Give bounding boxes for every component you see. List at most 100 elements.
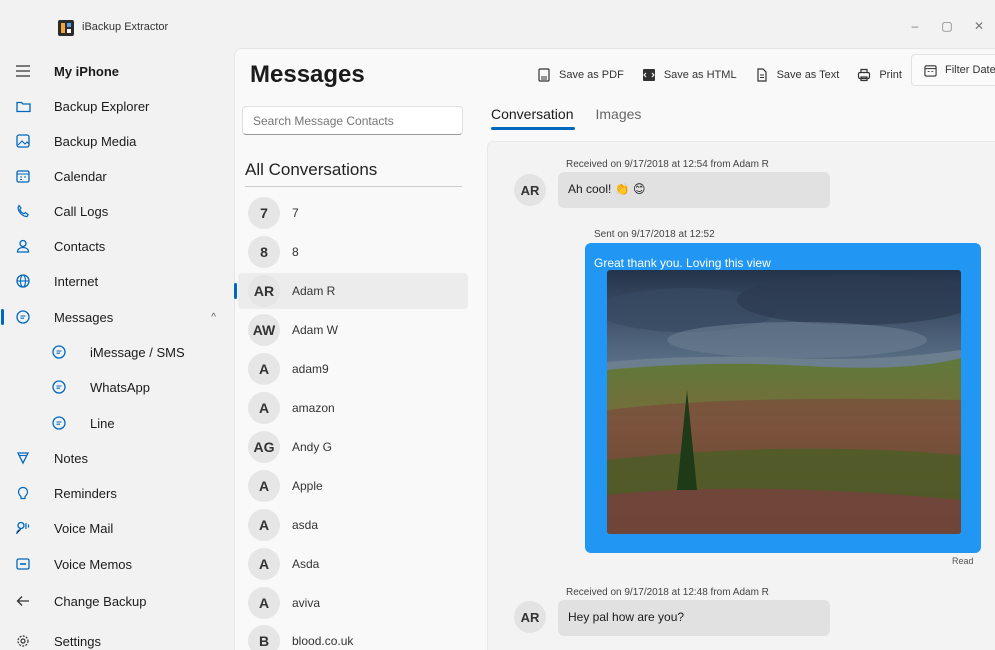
message-meta: Sent on 9/17/2018 at 12:52 — [594, 229, 715, 240]
message-meta: Received on 9/17/2018 at 12:48 from Adam… — [566, 587, 769, 598]
sent-message-bubble: Great thank you. Loving this view — [585, 243, 981, 553]
hamburger-menu-icon[interactable] — [14, 62, 32, 80]
conversations-header: All Conversations — [245, 160, 378, 179]
avatar: AR — [514, 601, 546, 633]
contact-name: blood.co.uk — [292, 634, 354, 648]
avatar: AR — [248, 275, 280, 307]
sidebar-item-label: Settings — [54, 633, 101, 649]
main-content: Messages Save as PDF Save as HTML Save a… — [234, 48, 995, 650]
sidebar-item-voice-memos[interactable]: Voice Memos — [14, 547, 230, 581]
sidebar-item-label: Contacts — [54, 238, 106, 254]
chat-icon — [50, 414, 68, 432]
print-label: Print — [879, 69, 902, 81]
landscape-photo-image — [607, 270, 961, 534]
sidebar-item-label: Internet — [54, 273, 99, 289]
avatar: A — [248, 392, 280, 424]
tab-conversation[interactable]: Conversation — [491, 106, 575, 130]
sidebar-item-reminders[interactable]: Reminders — [14, 476, 230, 510]
sidebar-item-calendar[interactable]: Calendar — [14, 159, 230, 193]
sidebar-item-voice-mail[interactable]: Voice Mail — [14, 511, 230, 545]
sidebar-item-imessage-sms[interactable]: iMessage / SMS — [14, 335, 230, 369]
avatar: A — [248, 509, 280, 541]
contact-list-item[interactable]: 7 7 — [238, 195, 468, 231]
message-text: Ah cool! 👏 😊 — [568, 182, 646, 196]
sidebar-item-label: WhatsApp — [90, 379, 150, 395]
sidebar-item-backup-media[interactable]: Backup Media — [14, 124, 230, 158]
contact-list-item[interactable]: B blood.co.uk — [238, 623, 468, 650]
received-message-bubble: Hey pal how are you? — [558, 600, 830, 636]
message-photo[interactable] — [607, 270, 961, 534]
minimize-button[interactable]: – — [899, 14, 931, 38]
selection-indicator — [234, 283, 237, 299]
tab-label: Conversation — [491, 106, 574, 122]
save-html-button[interactable]: Save as HTML — [642, 68, 737, 82]
person-icon — [14, 237, 32, 255]
contact-list-item[interactable]: A aviva — [238, 585, 468, 621]
search-contacts-input[interactable] — [242, 106, 463, 135]
toolbar: Save as PDF Save as HTML Save as Text Pr… — [537, 61, 920, 89]
avatar: AR — [514, 174, 546, 206]
contact-list-item[interactable]: A Apple — [238, 468, 468, 504]
sidebar-item-label: Change Backup — [54, 593, 147, 609]
message-text: Great thank you. Loving this view — [594, 256, 771, 270]
avatar: B — [248, 625, 280, 650]
conversation-panel[interactable]: Received on 9/17/2018 at 12:54 from Adam… — [487, 141, 995, 650]
sidebar-item-my-iphone[interactable]: My iPhone — [14, 54, 230, 88]
close-button[interactable]: ✕ — [963, 14, 995, 38]
sidebar-item-call-logs[interactable]: Call Logs — [14, 194, 230, 228]
sidebar-item-backup-explorer[interactable]: Backup Explorer — [14, 89, 230, 123]
html-icon — [642, 69, 655, 81]
chat-icon — [50, 378, 68, 396]
avatar: 8 — [248, 236, 280, 268]
received-message-bubble: Ah cool! 👏 😊 — [558, 172, 830, 208]
contact-list-item[interactable]: 8 8 — [238, 234, 468, 270]
title-bar: iBackup Extractor – ▢ ✕ — [0, 0, 995, 46]
window-controls: – ▢ ✕ — [899, 14, 995, 38]
app-logo-icon — [58, 20, 74, 36]
contact-name: asda — [292, 518, 319, 532]
contact-name: aviva — [292, 596, 321, 610]
contact-list-item[interactable]: AG Andy G — [238, 429, 468, 465]
sidebar-item-label: Line — [90, 415, 115, 431]
contact-list-item-selected[interactable]: AR Adam R — [234, 273, 468, 309]
sidebar-item-whatsapp[interactable]: WhatsApp — [14, 370, 230, 404]
contact-list-item[interactable]: A asda — [238, 507, 468, 543]
save-pdf-button[interactable]: Save as PDF — [537, 68, 624, 82]
sidebar-item-label: Notes — [54, 450, 88, 466]
chevron-up-icon[interactable]: ^ — [211, 312, 216, 323]
phone-icon — [14, 202, 32, 220]
contact-name: Apple — [292, 479, 323, 493]
tab-images[interactable]: Images — [596, 106, 642, 130]
sidebar-item-notes[interactable]: Notes — [14, 441, 230, 475]
sidebar-item-line[interactable]: Line — [14, 406, 230, 440]
tab-active-indicator — [491, 127, 575, 130]
sidebar-item-internet[interactable]: Internet — [14, 264, 230, 298]
avatar: 7 — [248, 197, 280, 229]
maximize-button[interactable]: ▢ — [931, 14, 963, 38]
contact-list-item[interactable]: A adam9 — [238, 351, 468, 387]
calendar-icon — [14, 167, 32, 185]
contact-name: amazon — [292, 401, 335, 415]
notes-icon — [14, 449, 32, 467]
contact-list-item[interactable]: AW Adam W — [238, 312, 468, 348]
globe-icon — [14, 272, 32, 290]
tab-label: Images — [595, 106, 642, 122]
filter-dates-button[interactable]: Filter Dates — [911, 54, 995, 86]
sidebar-item-settings[interactable]: Settings — [14, 624, 230, 650]
document-icon — [756, 68, 767, 82]
contact-list-item[interactable]: A Asda — [238, 546, 468, 582]
sidebar-item-label: Backup Media — [54, 133, 137, 149]
contact-name: Adam R — [292, 284, 336, 298]
contact-list-item[interactable]: A amazon — [238, 390, 468, 426]
sidebar-item-change-backup[interactable]: Change Backup — [14, 584, 230, 618]
voicememo-icon — [14, 555, 32, 573]
contact-name: adam9 — [292, 362, 329, 376]
sidebar-item-label: Messages — [54, 309, 114, 325]
divider — [245, 186, 462, 187]
print-button[interactable]: Print — [857, 68, 902, 82]
save-text-button[interactable]: Save as Text — [755, 68, 839, 82]
sidebar-item-contacts[interactable]: Contacts — [14, 229, 230, 263]
sidebar-item-label: Voice Memos — [54, 556, 133, 572]
sidebar-item-messages[interactable]: Messages ^ — [1, 300, 230, 334]
read-status: Read — [952, 556, 974, 566]
